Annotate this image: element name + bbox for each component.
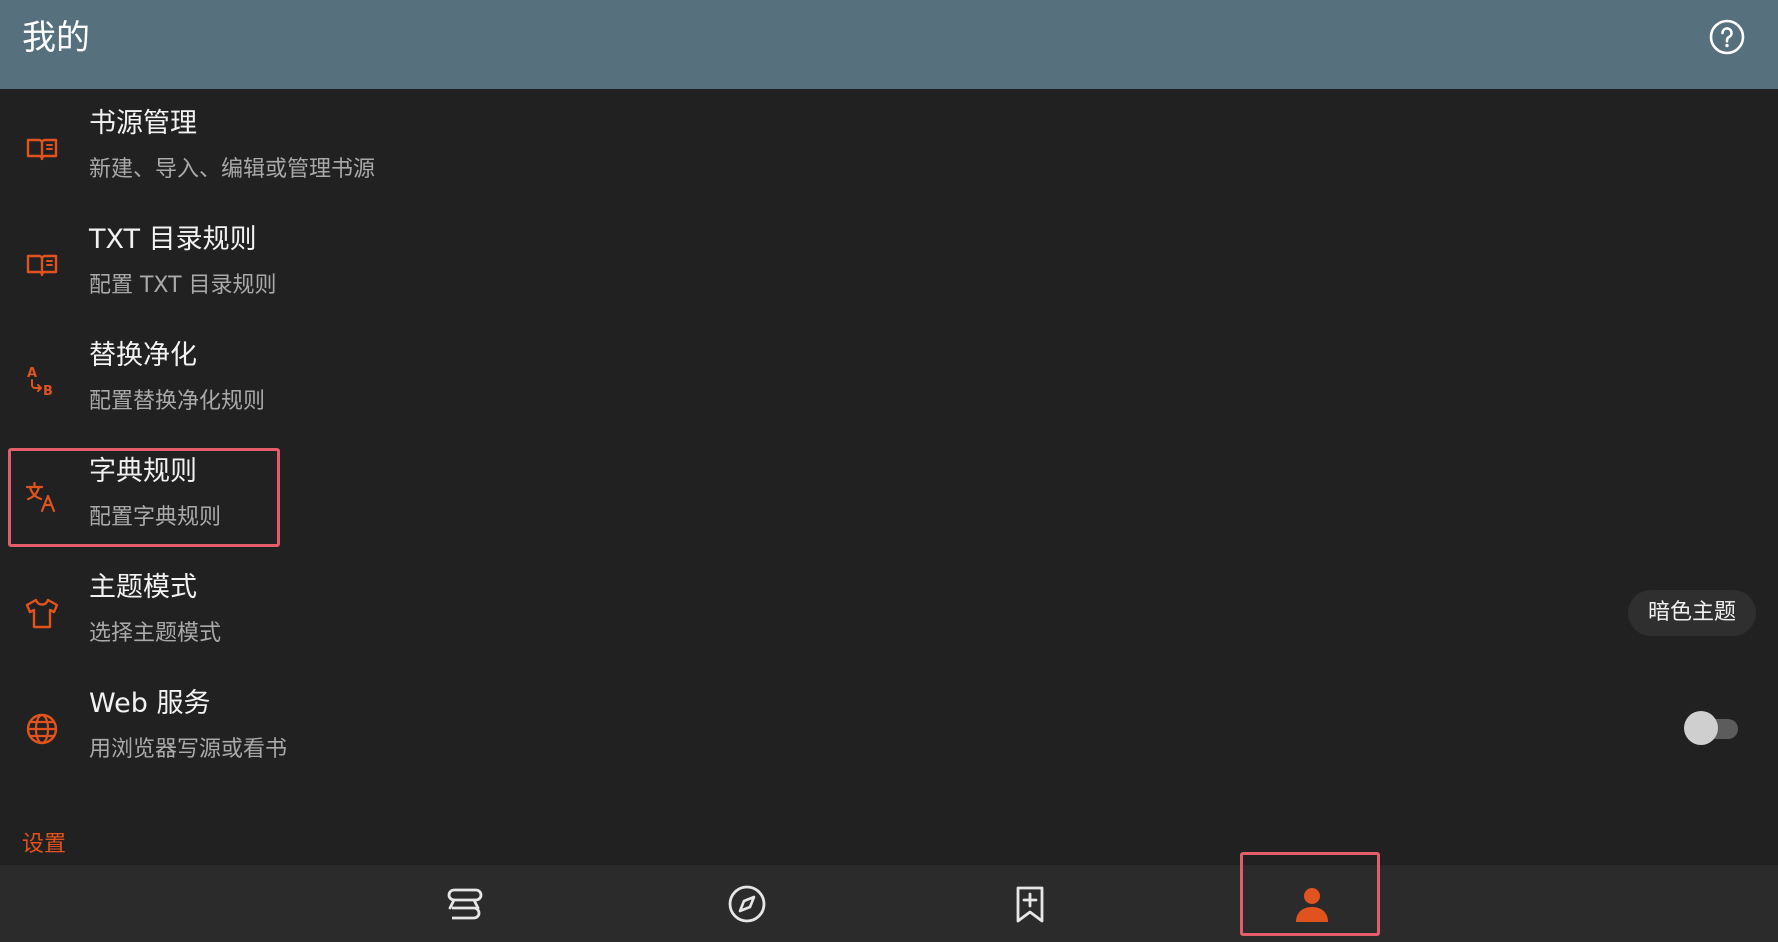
app-bar: 我的 bbox=[0, 0, 1778, 89]
menu-item-title: TXT 目录规则 bbox=[89, 224, 257, 255]
menu-item-dict-rule[interactable]: 字典规则 配置字典规则 bbox=[0, 437, 1778, 553]
svg-text:B: B bbox=[43, 384, 53, 399]
bottom-navigation bbox=[0, 865, 1778, 942]
menu-item-subtitle: 选择主题模式 bbox=[89, 621, 222, 646]
translate-icon bbox=[24, 479, 60, 515]
settings-list: 书源管理 新建、导入、编辑或管理书源 TXT 目录规则 配置 TXT 目录规则 … bbox=[0, 89, 1778, 785]
menu-item-title: 替换净化 bbox=[89, 340, 197, 371]
web-service-toggle[interactable] bbox=[1684, 711, 1738, 745]
book-open-icon bbox=[24, 247, 60, 283]
page-title: 我的 bbox=[22, 18, 90, 58]
menu-item-title: 主题模式 bbox=[89, 572, 197, 603]
help-circle-icon[interactable] bbox=[1708, 18, 1746, 56]
menu-item-theme-mode[interactable]: 主题模式 选择主题模式 bbox=[0, 553, 1778, 669]
menu-item-subtitle: 新建、导入、编辑或管理书源 bbox=[89, 157, 376, 182]
bookmark-plus-icon bbox=[1016, 886, 1044, 922]
menu-item-web-service[interactable]: Web 服务 用浏览器写源或看书 bbox=[0, 669, 1778, 785]
menu-item-replace-rule[interactable]: A B 替换净化 配置替换净化规则 bbox=[0, 321, 1778, 437]
menu-item-title: 书源管理 bbox=[89, 108, 197, 139]
menu-item-subtitle: 配置替换净化规则 bbox=[89, 389, 266, 414]
theme-mode-chip[interactable]: 暗色主题 bbox=[1627, 590, 1756, 636]
a-to-b-replace-icon: A B bbox=[24, 363, 60, 399]
compass-icon bbox=[728, 885, 766, 922]
svg-text:A: A bbox=[27, 366, 37, 381]
menu-item-title: 字典规则 bbox=[89, 456, 197, 487]
toggle-thumb bbox=[1684, 711, 1718, 745]
book-open-icon bbox=[24, 131, 60, 167]
person-icon bbox=[1296, 887, 1328, 922]
menu-item-txt-toc-rule[interactable]: TXT 目录规则 配置 TXT 目录规则 bbox=[0, 205, 1778, 321]
globe-icon bbox=[24, 711, 60, 747]
menu-item-title: Web 服务 bbox=[89, 688, 211, 719]
menu-item-book-source[interactable]: 书源管理 新建、导入、编辑或管理书源 bbox=[0, 89, 1778, 205]
nav-my[interactable] bbox=[1250, 865, 1374, 942]
tshirt-icon bbox=[24, 595, 60, 631]
menu-item-subtitle: 用浏览器写源或看书 bbox=[89, 737, 288, 762]
menu-item-subtitle: 配置 TXT 目录规则 bbox=[89, 273, 277, 298]
nav-discover[interactable] bbox=[685, 865, 809, 942]
section-header-settings: 设置 bbox=[22, 832, 67, 857]
nav-bookshelf[interactable] bbox=[402, 865, 526, 942]
bookshelf-icon bbox=[447, 888, 483, 919]
nav-rss[interactable] bbox=[968, 865, 1092, 942]
menu-item-subtitle: 配置字典规则 bbox=[89, 505, 222, 530]
